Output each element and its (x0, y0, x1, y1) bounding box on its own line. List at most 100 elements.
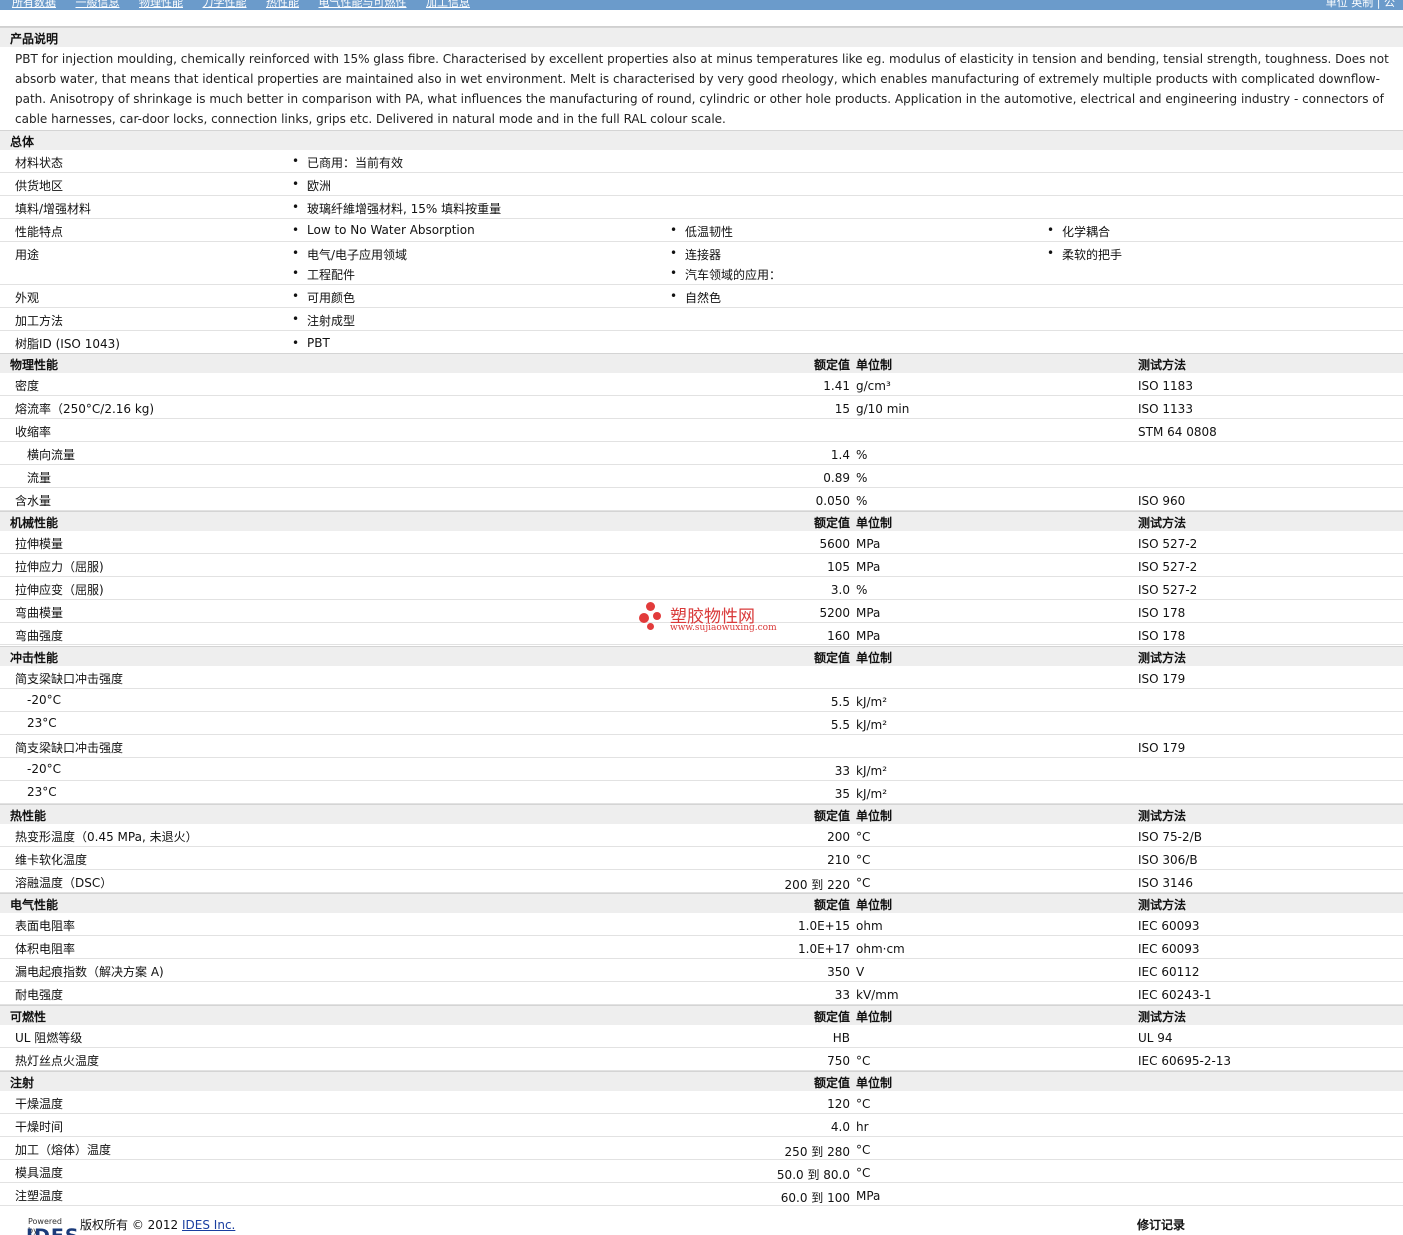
property-label: 耐电强度 (15, 988, 64, 1002)
row-label: 填料/增强材料 (15, 202, 92, 216)
property-value: 1.0E+15 (798, 919, 850, 933)
column-test-header: 测试方法 (1138, 809, 1187, 823)
property-unit: MPa (856, 606, 881, 620)
nav-general[interactable]: 一般信息 (76, 0, 120, 9)
property-label: 简支梁缺口冲击强度 (15, 672, 124, 686)
column-unit-header: 单位制 (856, 809, 893, 823)
general-row: 用途 电气/电子应用领域 连接器 柔软的把手 工程配件 汽车领域的应用： (0, 242, 1403, 285)
property-unit: MPa (856, 560, 881, 574)
row-label: 树脂ID (ISO 1043) (15, 337, 120, 351)
column-value-header: 额定值 (813, 1010, 850, 1024)
row-label: 供货地区 (15, 179, 64, 193)
nav-electrical[interactable]: 电气性能与可燃性 (319, 0, 407, 9)
nav-mechanical[interactable]: 力学性能 (203, 0, 247, 9)
column-test-header: 测试方法 (1138, 898, 1187, 912)
property-unit: kJ/m² (856, 787, 888, 801)
nav-all-data[interactable]: 所有数据 (12, 0, 56, 9)
section-header-physical: 物理性能 额定值 单位制 测试方法 (0, 353, 1403, 373)
property-label: 拉伸应力（屈服) (15, 560, 104, 574)
property-test-method: ISO 178 (1138, 606, 1186, 620)
property-unit: V (856, 965, 865, 979)
property-row: 漏电起痕指数（解决方案 A) 350 V IEC 60112 (0, 959, 1403, 982)
property-value: 200 (827, 830, 850, 844)
property-unit: kJ/m² (856, 764, 888, 778)
section-header-electrical: 电气性能 额定值 单位制 测试方法 (0, 893, 1403, 913)
property-test-method: ISO 527-2 (1138, 583, 1198, 597)
property-value: 250 到 280 (784, 1145, 850, 1159)
column-test-header: 测试方法 (1138, 651, 1187, 665)
property-value: 0.050 (815, 494, 850, 508)
property-label: UL 阻燃等级 (15, 1031, 83, 1045)
column-value-header: 额定值 (813, 516, 850, 530)
property-row: 横向流量 1.4% (0, 442, 1403, 465)
property-label: 热灯丝点火温度 (15, 1054, 100, 1068)
company-link[interactable]: IDES Inc. (182, 1218, 235, 1232)
top-nav-bar: 所有数据 一般信息 物理性能 力学性能 热性能 电气性能与可燃性 加工信息 单位… (0, 0, 1403, 10)
row-label: 材料状态 (15, 156, 64, 170)
property-unit: g/cm³ (856, 379, 891, 393)
property-test-method: IEC 60093 (1138, 919, 1200, 933)
property-test-method: ISO 527-2 (1138, 537, 1198, 551)
property-unit: % (856, 583, 868, 597)
property-unit: °C (856, 853, 871, 867)
property-row: 干燥温度 120 °C (0, 1091, 1403, 1114)
property-unit: kJ/m² (856, 718, 888, 732)
property-row: 拉伸应力（屈服) 105 MPa ISO 527-2 (0, 554, 1403, 577)
property-row: UL 阻燃等级 HB UL 94 (0, 1025, 1403, 1048)
property-test-method: IEC 60243-1 (1138, 988, 1212, 1002)
property-test-method: STM 64 0808 (1138, 425, 1217, 439)
general-row: 树脂ID (ISO 1043) PBT (0, 331, 1403, 354)
nav-links: 所有数据 一般信息 物理性能 力学性能 热性能 电气性能与可燃性 加工信息 (12, 0, 486, 10)
property-row: 流量 0.89% (0, 465, 1403, 488)
property-row: 表面电阻率 1.0E+15 ohm IEC 60093 (0, 913, 1403, 936)
property-label: 干燥温度 (15, 1097, 64, 1111)
property-unit: kJ/m² (856, 695, 888, 709)
property-label: 弯曲模量 (15, 606, 64, 620)
copyright-text: 版权所有 © 2012 (80, 1218, 179, 1232)
property-value: HB (832, 1031, 850, 1045)
section-title: 热性能 (10, 809, 47, 823)
general-row: 供货地区 欧洲 (0, 173, 1403, 196)
property-row: 体积电阻率 1.0E+17 ohm·cm IEC 60093 (0, 936, 1403, 959)
property-label: 体积电阻率 (15, 942, 76, 956)
section-header-thermal: 热性能 额定值 单位制 测试方法 (0, 804, 1403, 824)
property-label: 密度 (15, 379, 40, 393)
unit-switch[interactable]: 单位 英制 | 公 (1326, 0, 1395, 10)
property-test-method: ISO 960 (1138, 494, 1186, 508)
property-unit: °C (856, 830, 871, 844)
property-label: 23°C (27, 716, 57, 730)
general-row: 性能特点 Low to No Water Absorption 低温韧性 化学耦… (0, 219, 1403, 242)
ides-logo-text: IDES (26, 1225, 80, 1235)
property-label: 拉伸应变（屈服) (15, 583, 104, 597)
property-value: 4.0 (830, 1120, 850, 1134)
property-unit: MPa (856, 629, 881, 643)
property-test-method: ISO 75-2/B (1138, 830, 1202, 844)
property-row: 干燥时间 4.0 hr (0, 1114, 1403, 1137)
nav-thermal[interactable]: 热性能 (266, 0, 299, 9)
bullet-item: 低温韧性 (670, 223, 733, 240)
column-unit-header: 单位制 (856, 651, 893, 665)
general-row: 填料/增强材料 玻璃纤維增强材料, 15% 填料按重量 (0, 196, 1403, 219)
property-label: 弯曲强度 (15, 629, 64, 643)
property-test-method: IEC 60093 (1138, 942, 1200, 956)
property-row: 23°C 35 kJ/m² (0, 781, 1403, 804)
property-test-method: ISO 1133 (1138, 402, 1193, 416)
property-value: 5600 (819, 537, 850, 551)
property-test-method: ISO 527-2 (1138, 560, 1198, 574)
property-row: 密度 1.41 g/cm³ ISO 1183 (0, 373, 1403, 396)
general-row: 加工方法 注射成型 (0, 308, 1403, 331)
property-label: 漏电起痕指数（解决方案 A) (15, 965, 164, 979)
property-value: 350 (827, 965, 850, 979)
property-value: 5.5 (830, 718, 850, 732)
nav-processing[interactable]: 加工信息 (426, 0, 470, 9)
general-row: 外观 可用颜色 自然色 (0, 285, 1403, 308)
column-test-header: 测试方法 (1138, 516, 1187, 530)
revision-history-link[interactable]: 修订记录 (1137, 1216, 1185, 1233)
property-unit: °C (856, 1097, 871, 1111)
bullet-item: Low to No Water Absorption (292, 223, 475, 237)
row-label: 加工方法 (15, 314, 64, 328)
section-title: 电气性能 (10, 898, 59, 912)
nav-physical[interactable]: 物理性能 (139, 0, 183, 9)
bullet-item: 欧洲 (292, 177, 331, 194)
property-label: 热变形温度（0.45 MPa, 未退火） (15, 830, 198, 844)
